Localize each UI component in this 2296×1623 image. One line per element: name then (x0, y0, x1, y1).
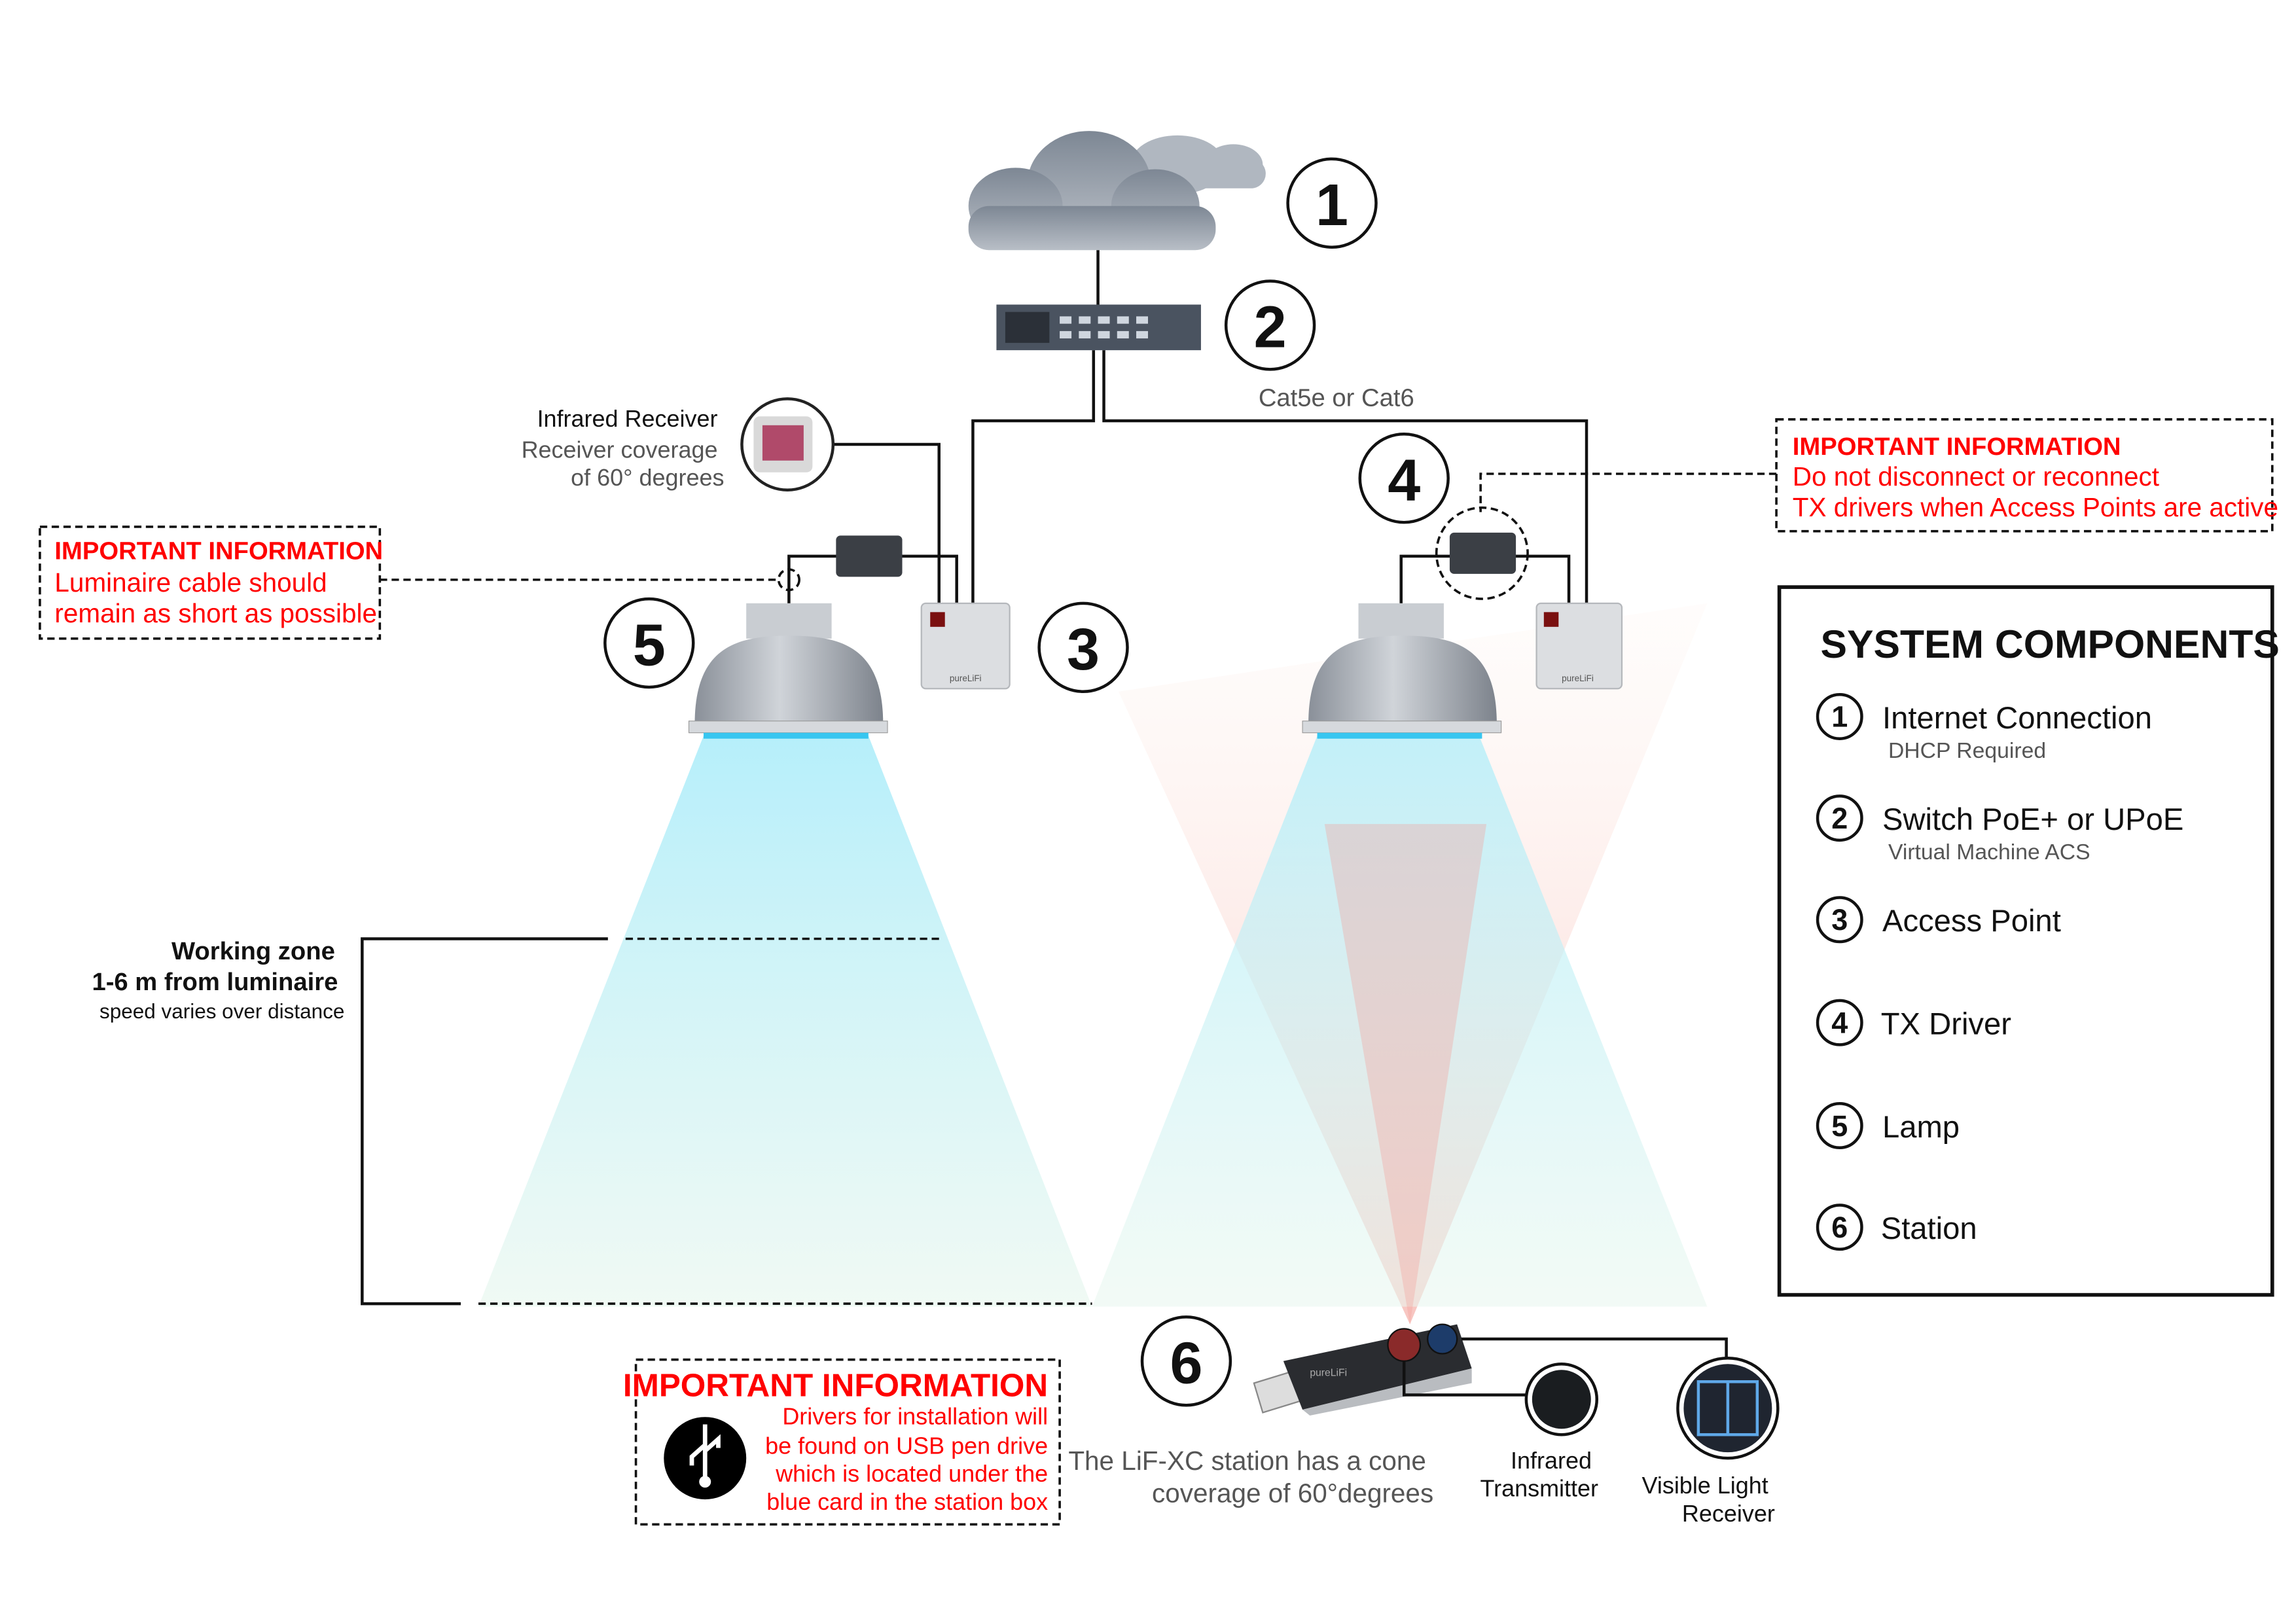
notice-title: IMPORTANT INFORMATION (623, 1368, 1048, 1404)
working-zone-title: Working zone (171, 937, 335, 965)
system-components-panel: SYSTEM COMPONENTS 1 Internet Connection … (1777, 585, 2280, 1297)
notice-line: which is located under the (775, 1460, 1048, 1487)
light-cone-left (478, 736, 1092, 1307)
visible-light-receiver-icon (1676, 1357, 1780, 1460)
component-item: 6 Station (1816, 1204, 1977, 1251)
callout-3: 3 (1037, 601, 1129, 694)
svg-text:Virtual Machine ACS: Virtual Machine ACS (1888, 840, 2090, 865)
svg-text:Internet Connection: Internet Connection (1882, 701, 2152, 736)
svg-text:2: 2 (1254, 295, 1287, 361)
station-caption-line1: The LiF-XC station has a cone (1068, 1446, 1426, 1476)
callout-2: 2 (1224, 279, 1316, 371)
vl-receiver-label: Visible Light Receiver (1642, 1472, 1775, 1527)
infrared-receiver-icon (740, 397, 835, 491)
notice-line: Drivers for installation will (782, 1402, 1048, 1429)
lamp-right-icon (1302, 603, 1502, 739)
component-item: 3 Access Point (1816, 896, 2061, 944)
svg-text:Switch PoE+ or UPoE: Switch PoE+ or UPoE (1882, 802, 2183, 837)
cloud-icon (968, 131, 1266, 251)
cable-type-label: Cat5e or Cat6 (1259, 384, 1414, 412)
svg-text:4: 4 (1831, 1006, 1848, 1039)
notice-drivers: IMPORTANT INFORMATION Drivers for instal… (623, 1358, 1061, 1526)
ir-receiver-title: Infrared Receiver (537, 405, 718, 432)
callout-4: 4 (1358, 433, 1450, 524)
svg-text:2: 2 (1831, 802, 1848, 835)
component-item: 4 TX Driver (1816, 999, 2011, 1046)
ir-receiver-line2: of 60° degrees (571, 464, 724, 491)
svg-text:5: 5 (1831, 1109, 1848, 1143)
access-point-left-icon: pureLiFi (920, 602, 1011, 690)
callout-1: 1 (1286, 157, 1378, 249)
lifi-station-icon: pureLiFi (1253, 1323, 1728, 1416)
infrared-receiver-label: Infrared Receiver Receiver coverage of 6… (522, 405, 725, 491)
svg-text:DHCP Required: DHCP Required (1888, 738, 2046, 763)
station-caption: The LiF-XC station has a cone coverage o… (1068, 1446, 1433, 1508)
svg-text:1: 1 (1316, 173, 1348, 238)
station-brand: pureLiFi (1310, 1367, 1347, 1378)
working-zone-note: speed varies over distance (99, 1000, 344, 1023)
panel-title: SYSTEM COMPONENTS (1821, 622, 2280, 666)
network-switch-icon (996, 304, 1201, 351)
notice-line: Do not disconnect or reconnect (1793, 461, 2159, 491)
svg-text:TX Driver: TX Driver (1881, 1007, 2011, 1042)
working-zone-range: 1-6 m from luminaire (92, 968, 338, 996)
notice-line: blue card in the station box (766, 1488, 1048, 1515)
infrared-transmitter-icon (1524, 1363, 1599, 1436)
svg-text:6: 6 (1831, 1211, 1848, 1244)
usb-icon (664, 1417, 747, 1500)
notice-tx-drivers: IMPORTANT INFORMATION Do not disconnect … (1435, 418, 2278, 600)
access-point-brand: pureLiFi (950, 673, 982, 683)
svg-text:3: 3 (1067, 617, 1100, 683)
notice-title: IMPORTANT INFORMATION (1793, 433, 2121, 461)
svg-text:Lamp: Lamp (1882, 1110, 1960, 1145)
notice-title: IMPORTANT INFORMATION (54, 537, 383, 565)
svg-text:Access Point: Access Point (1882, 904, 2061, 938)
ir-receiver-line1: Receiver coverage (522, 436, 718, 463)
callout-6: 6 (1140, 1315, 1232, 1407)
svg-text:6: 6 (1170, 1331, 1202, 1397)
svg-text:5: 5 (633, 613, 666, 678)
component-item: 5 Lamp (1816, 1102, 1960, 1150)
notice-line: be found on USB pen drive (765, 1432, 1048, 1459)
svg-text:3: 3 (1831, 903, 1848, 936)
svg-text:4: 4 (1388, 448, 1420, 513)
svg-text:1: 1 (1831, 700, 1848, 734)
working-zone-label: Working zone 1-6 m from luminaire speed … (92, 937, 344, 1023)
station-caption-line2: coverage of 60°degrees (1152, 1478, 1433, 1508)
ir-transmitter-label: Infrared Transmitter (1480, 1447, 1598, 1502)
notice-line: TX drivers when Access Points are active (1793, 492, 2278, 522)
access-point-brand: pureLiFi (1562, 673, 1594, 683)
notice-line: remain as short as possible (54, 598, 377, 628)
lifi-system-diagram: Cat5e or Cat6 Infrared Receiver Receiver… (39, 131, 2280, 1527)
callout-5: 5 (603, 597, 695, 689)
notice-line: Luminaire cable should (54, 567, 327, 597)
lamp-left-icon (688, 603, 888, 739)
svg-text:Station: Station (1881, 1211, 1977, 1246)
access-point-right-icon: pureLiFi (1535, 602, 1623, 690)
